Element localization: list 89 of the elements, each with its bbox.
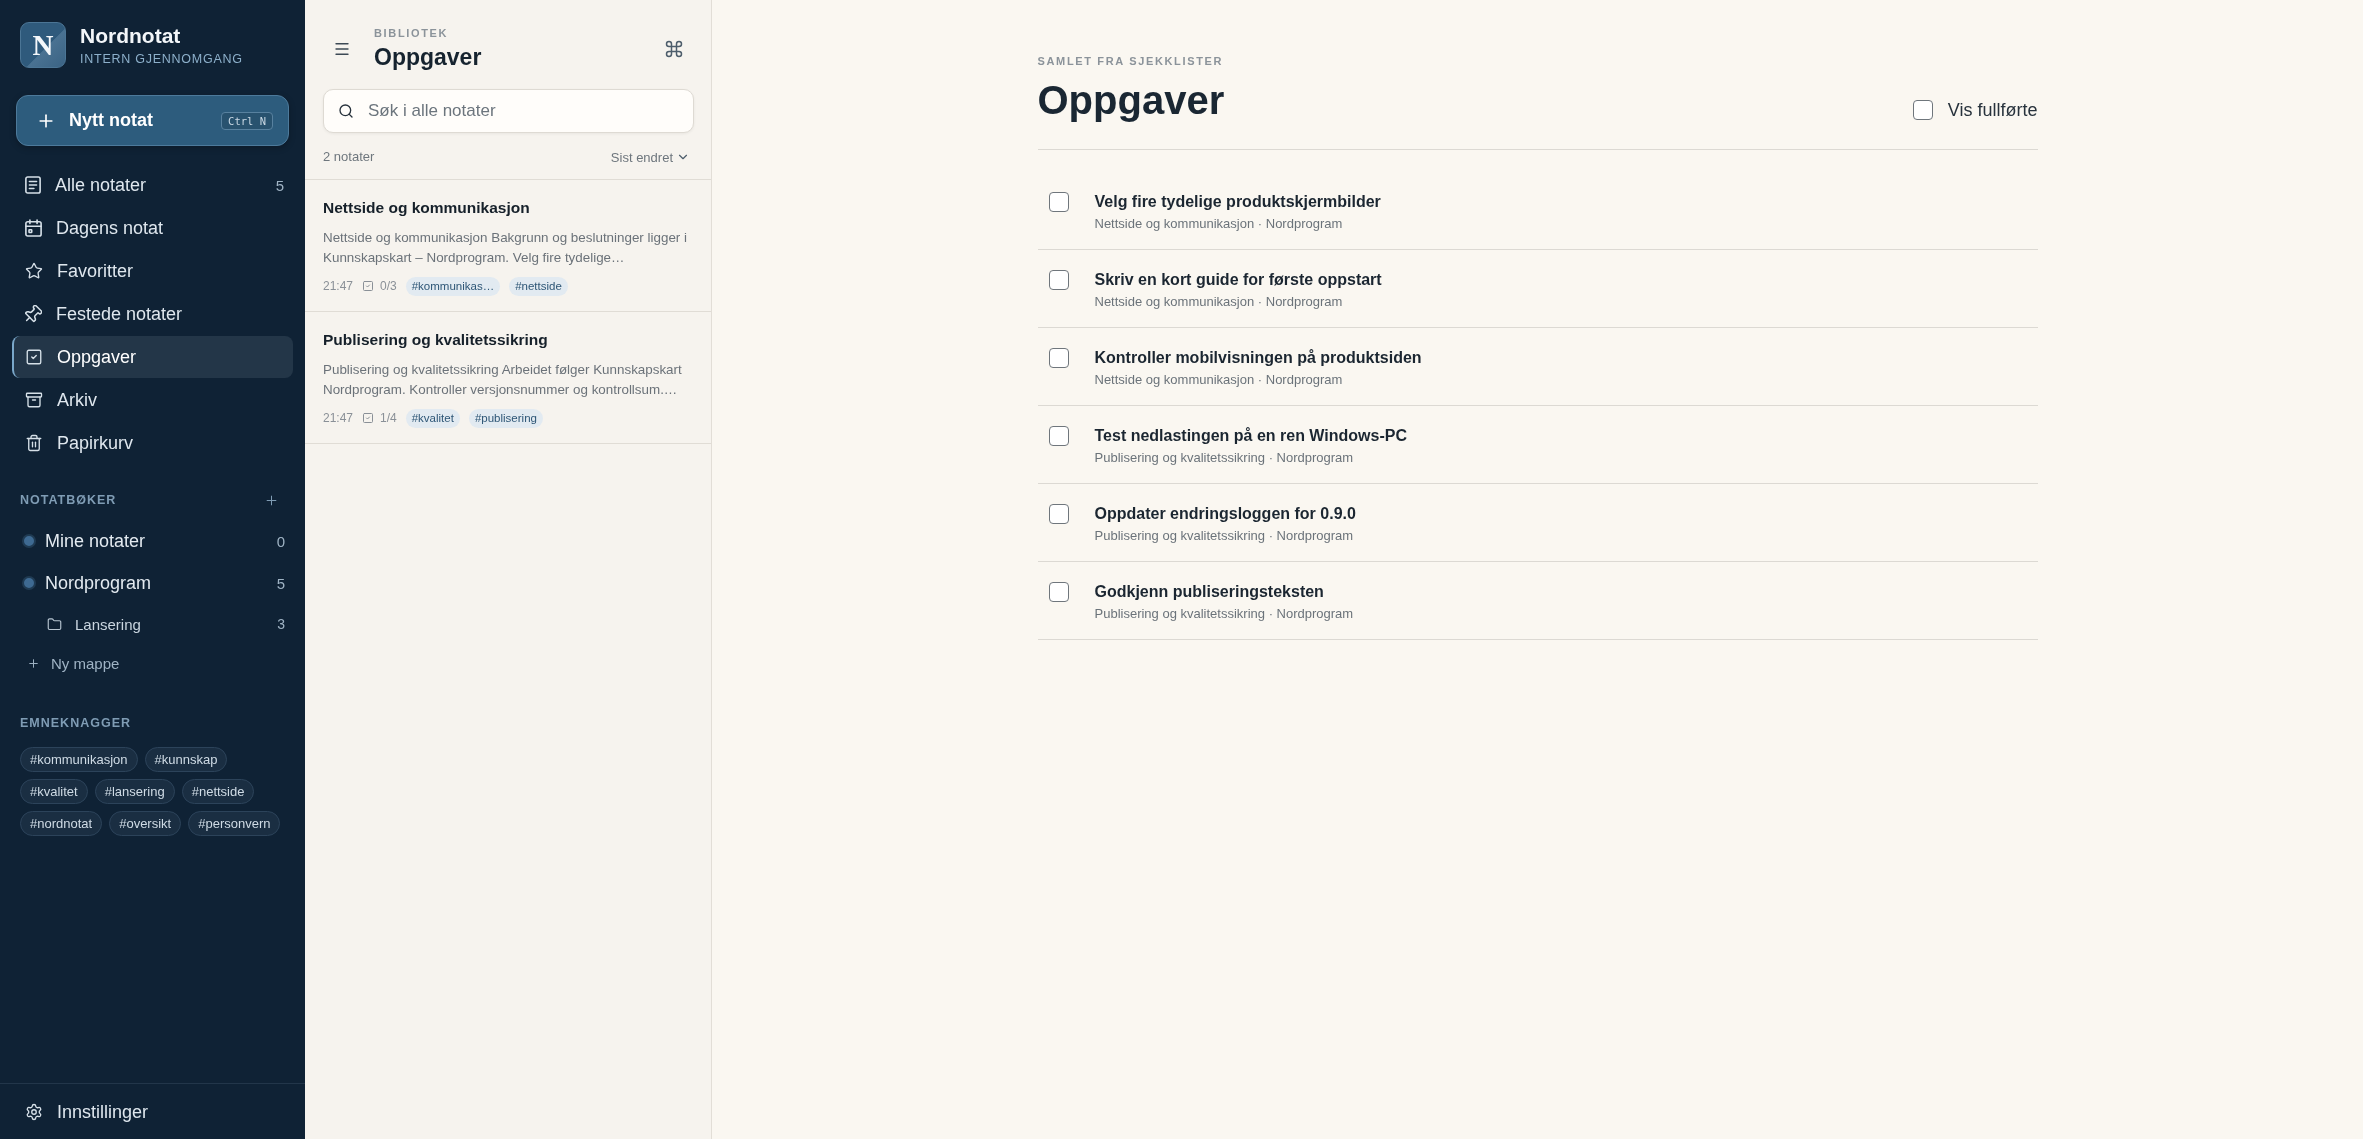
settings-icon — [25, 1103, 43, 1121]
nav-item[interactable]: Festede notater — [12, 293, 293, 335]
task-source: Publisering og kvalitetssikring · Nordprogram — [1094, 449, 1355, 467]
task-progress: 1/4 — [380, 411, 397, 425]
archive-box-icon — [25, 391, 43, 409]
search-icon — [338, 103, 354, 119]
settings-item[interactable]: Innstillinger — [12, 1091, 293, 1133]
star-icon — [25, 262, 43, 280]
tag-chip[interactable]: #nettside — [181, 779, 255, 804]
task-source: Nettside og kommunikasjon · Nordprogram — [1094, 293, 1344, 311]
section-heading: NOTATBØKER — [20, 493, 117, 507]
task-title: Test nedlastingen på en ren Windows-PC — [1094, 426, 1407, 446]
notebook-item[interactable]: Mine notater 0 — [12, 520, 293, 562]
note-preview: Nettside og kommunikasjon Bakgrunn og beslutninger ligger i Kunnskapskart – Nordprogram. Velg fire tydelige… — [323, 229, 688, 267]
tag-label: #nettside — [509, 276, 568, 296]
sort-dropdown[interactable]: Sist endret — [610, 149, 690, 165]
count-label: 5 — [276, 574, 285, 592]
task-progress: 0/3 — [380, 279, 397, 293]
tag-label: #kvalitet — [405, 408, 460, 428]
nav-item[interactable]: Oppgaver — [12, 336, 293, 378]
task-checkbox[interactable] — [1048, 426, 1069, 446]
document-icon — [25, 176, 41, 194]
tag-label: #publisering — [468, 408, 543, 428]
trash-icon — [25, 434, 43, 452]
new-folder-button[interactable]: Ny mappe — [12, 644, 293, 682]
nav-item[interactable]: Alle notater 5 — [12, 164, 293, 206]
task-checkbox[interactable] — [1048, 348, 1069, 368]
new-note-button[interactable]: Nytt notat Ctrl N — [16, 95, 289, 146]
note-time: 21:47 — [323, 279, 354, 293]
note-time: 21:47 — [323, 411, 354, 425]
task-source: Nettside og kommunikasjon · Nordprogram — [1094, 215, 1344, 233]
note-title: Publisering og kvalitetssikring — [323, 330, 549, 350]
note-card[interactable]: Publisering og kvalitetssikring Publisering og kvalitetssikring Arbeidet følger Kunnskapskart Nordprogram. Kontroller versjonsnummer og kontrollsum.… 21:47 1/4 #kvalitet #publisering — [305, 312, 711, 444]
task-source: Nettside og kommunikasjon · Nordprogram — [1094, 371, 1344, 389]
nav-item[interactable]: Arkiv — [12, 379, 293, 421]
count-label: 5 — [275, 176, 284, 194]
plus-icon — [27, 656, 40, 670]
count-label: 0 — [276, 532, 285, 550]
nav-item[interactable]: Dagens notat — [12, 207, 293, 249]
section-heading: EMNEKNAGGER — [20, 716, 131, 730]
panel-eyebrow: BIBLIOTEK — [374, 26, 450, 40]
plus-icon[interactable] — [264, 492, 279, 508]
task-title: Kontroller mobilvisningen på produktsiden — [1094, 348, 1422, 368]
tag-chip[interactable]: #kommunikasjon — [20, 747, 138, 772]
tag-chip[interactable]: #nordnotat — [20, 811, 103, 836]
page-eyebrow: SAMLET FRA SJEKKLISTER — [1037, 54, 1225, 68]
search-field[interactable]: Søk i alle notater — [323, 89, 694, 133]
notebook-item[interactable]: Nordprogram 5 — [12, 562, 293, 604]
pin-icon — [25, 305, 42, 323]
task-title: Velg fire tydelige produktskjermbilder — [1094, 192, 1381, 212]
nav-item[interactable]: Papirkurv — [12, 422, 293, 464]
nav-item[interactable]: Favoritter — [12, 250, 293, 292]
page-title: Oppgaver — [1037, 77, 1225, 123]
checkbox-icon — [25, 348, 43, 366]
tag-chip[interactable]: #kunnskap — [144, 747, 228, 772]
checkbox-label: Vis fullførte — [1947, 99, 2038, 121]
task-title: Oppdater endringsloggen for 0.9.0 — [1094, 504, 1356, 524]
command-icon[interactable] — [664, 38, 684, 59]
folder-item[interactable]: Lansering 3 — [12, 604, 293, 644]
task-title: Godkjenn publiseringsteksten — [1094, 582, 1325, 602]
checkbox-icon — [362, 412, 375, 424]
notebook-dot-icon — [22, 576, 36, 590]
checkbox[interactable] — [1912, 100, 1933, 120]
notebook-dot-icon — [22, 534, 36, 548]
app-subtitle: INTERN GJENNOMGANG — [80, 51, 243, 67]
note-count: 2 notater — [323, 149, 375, 165]
note-preview: Publisering og kvalitetssikring Arbeidet følger Kunnskapskart Nordprogram. Kontroller versjonsnummer og kontrollsum.… — [323, 361, 683, 399]
folder-icon — [47, 616, 62, 632]
tag-chip[interactable]: #lansering — [94, 779, 175, 804]
note-title: Nettside og kommunikasjon — [323, 198, 531, 218]
tag-chip[interactable]: #personvern — [188, 811, 281, 836]
tag-chip[interactable]: #oversikt — [109, 811, 182, 836]
count-label: 3 — [277, 616, 285, 632]
task-checkbox[interactable] — [1048, 504, 1069, 524]
task-checkbox[interactable] — [1048, 270, 1069, 290]
checkbox-icon — [362, 280, 375, 292]
tag-label: #kommunikas… — [405, 276, 501, 296]
task-checkbox[interactable] — [1048, 582, 1069, 602]
app-name: Nordnotat — [80, 23, 182, 48]
task-title: Skriv en kort guide for første oppstart — [1094, 270, 1382, 290]
task-source: Publisering og kvalitetssikring · Nordprogram — [1094, 527, 1355, 545]
note-card[interactable]: Nettside og kommunikasjon Nettside og kommunikasjon Bakgrunn og beslutninger ligger i Kunnskapskart – Nordprogram. Velg fire tydelige… 21:47 0/3 #kommunikas… #nettside — [305, 180, 711, 312]
task-source: Publisering og kvalitetssikring · Nordprogram — [1094, 605, 1354, 623]
panel-title: Oppgaver — [374, 43, 482, 71]
tag-chip[interactable]: #kvalitet — [20, 779, 88, 804]
task-checkbox[interactable] — [1048, 192, 1069, 212]
app-logo: N — [20, 22, 66, 68]
shortcut-hint: Ctrl N — [221, 111, 273, 130]
calendar-icon — [25, 219, 42, 237]
